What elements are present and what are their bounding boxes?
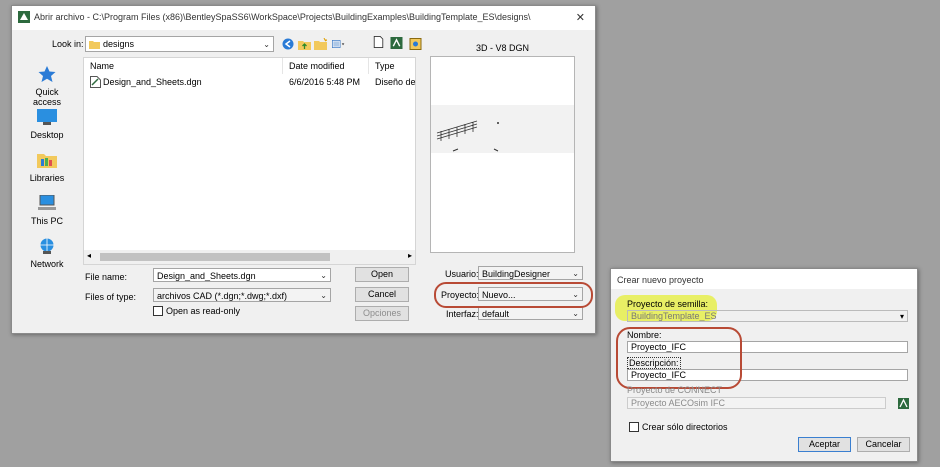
title-bar: Abrir archivo - C:\Program Files (x86)\B…	[12, 6, 595, 30]
scroll-right-arrow[interactable]: ▸	[408, 251, 412, 260]
chevron-down-icon: ▾	[899, 312, 904, 321]
back-icon[interactable]	[282, 38, 295, 50]
dirs-only-label: Crear sólo directorios	[642, 422, 728, 432]
place-quick-access[interactable]: Quick access	[24, 66, 70, 107]
place-libraries[interactable]: Libraries	[24, 152, 70, 183]
file-name-cell: Design_and_Sheets.dgn	[103, 77, 202, 87]
scrollbar-thumb[interactable]	[100, 253, 330, 261]
files-of-type-label: Files of type:	[85, 292, 137, 302]
name-description-annotation-oval	[616, 327, 742, 389]
chevron-down-icon: ⌄	[572, 269, 579, 278]
cancel-button[interactable]: Cancel	[355, 287, 409, 302]
file-list[interactable]: Name Date modified Type Design_and_Sheet…	[83, 57, 416, 265]
chevron-down-icon: ⌄	[263, 40, 270, 49]
table-row[interactable]: Design_and_Sheets.dgn 6/6/2016 5:48 PM D…	[84, 75, 416, 89]
place-network[interactable]: Network	[24, 238, 70, 269]
interfaz-value: default	[482, 309, 510, 319]
read-only-checkbox[interactable]	[153, 306, 163, 316]
new-folder-icon[interactable]	[314, 38, 327, 50]
read-only-label: Open as read-only	[166, 306, 241, 316]
file-name-value: Design_and_Sheets.dgn	[157, 271, 256, 281]
look-in-combo[interactable]: designs ⌄	[85, 36, 274, 52]
view-menu-icon[interactable]	[332, 38, 345, 50]
chevron-down-icon: ⌄	[320, 271, 327, 280]
file-name-input[interactable]: Design_and_Sheets.dgn ⌄	[153, 268, 331, 282]
usuario-value: BuildingDesigner	[482, 269, 551, 279]
look-in-value: designs	[103, 39, 135, 49]
open-file-dialog: Abrir archivo - C:\Program Files (x86)\B…	[11, 5, 596, 334]
dgn-file-icon	[90, 76, 101, 88]
file-name-label: File name:	[85, 272, 128, 282]
place-label: Libraries	[29, 173, 65, 183]
column-header-type[interactable]: Type	[369, 58, 415, 74]
up-folder-icon[interactable]	[298, 38, 311, 50]
place-desktop[interactable]: Desktop	[24, 109, 70, 140]
cancel-button[interactable]: Cancelar	[857, 437, 910, 452]
connect-browse-icon	[898, 398, 909, 409]
seed-select[interactable]: BuildingTemplate_ES ▾	[627, 310, 908, 322]
files-of-type-value: archivos CAD (*.dgn;*.dwg;*.dxf)	[157, 291, 288, 301]
file-type-cell: Diseño de	[375, 77, 416, 87]
seed-label: Proyecto de semilla:	[627, 299, 709, 309]
dialog-title: Abrir archivo - C:\Program Files (x86)\B…	[34, 12, 531, 22]
column-header-date[interactable]: Date modified	[283, 58, 369, 74]
interfaz-select[interactable]: default ⌄	[478, 306, 583, 320]
horizontal-scrollbar[interactable]: ◂ ▸	[84, 250, 415, 264]
close-icon[interactable]: ✕	[576, 11, 585, 24]
workspace-icon[interactable]	[390, 37, 403, 49]
dirs-only-checkbox[interactable]	[629, 422, 639, 432]
look-in-label: Look in:	[52, 39, 84, 49]
image-browse-icon[interactable]	[409, 38, 422, 50]
scroll-left-arrow[interactable]: ◂	[87, 251, 91, 260]
options-button: Opciones	[355, 306, 409, 321]
computer-icon	[38, 194, 56, 210]
interfaz-label: Interfaz:	[446, 309, 479, 319]
network-icon	[40, 238, 54, 254]
column-header-name[interactable]: Name	[84, 58, 283, 74]
dialog-title: Crear nuevo proyecto	[617, 275, 704, 285]
folder-icon	[89, 41, 100, 49]
preview-pane	[430, 56, 575, 253]
chevron-down-icon: ⌄	[572, 309, 579, 318]
accept-button[interactable]: Aceptar	[798, 437, 851, 452]
place-this-pc[interactable]: This PC	[24, 194, 70, 226]
usuario-label: Usuario:	[445, 269, 479, 279]
desktop-icon	[37, 109, 57, 125]
connect-label: Proyecto de CONNECT	[627, 385, 723, 395]
place-label: Desktop	[30, 130, 64, 140]
chevron-down-icon: ⌄	[320, 291, 327, 300]
libraries-icon	[37, 154, 57, 168]
place-label: Network	[30, 259, 64, 269]
new-file-icon[interactable]	[372, 36, 385, 48]
preview-title: 3D - V8 DGN	[476, 43, 530, 53]
title-bar: Crear nuevo proyecto	[611, 269, 917, 289]
file-date-cell: 6/6/2016 5:48 PM	[289, 77, 361, 87]
preview-drawing	[436, 120, 499, 152]
proyecto-annotation-oval	[434, 282, 593, 308]
place-label: Quick access	[32, 87, 61, 107]
star-icon	[38, 66, 56, 82]
usuario-select[interactable]: BuildingDesigner ⌄	[478, 266, 583, 280]
files-of-type-select[interactable]: archivos CAD (*.dgn;*.dwg;*.dxf) ⌄	[153, 288, 331, 302]
seed-value: BuildingTemplate_ES	[631, 311, 717, 321]
open-button[interactable]: Open	[355, 267, 409, 282]
connect-input: Proyecto AECOsim IFC	[627, 397, 886, 409]
place-label: This PC	[30, 216, 63, 226]
app-icon	[18, 11, 30, 23]
connect-value: Proyecto AECOsim IFC	[631, 398, 726, 408]
new-project-dialog: Crear nuevo proyecto Proyecto de semilla…	[610, 268, 918, 462]
